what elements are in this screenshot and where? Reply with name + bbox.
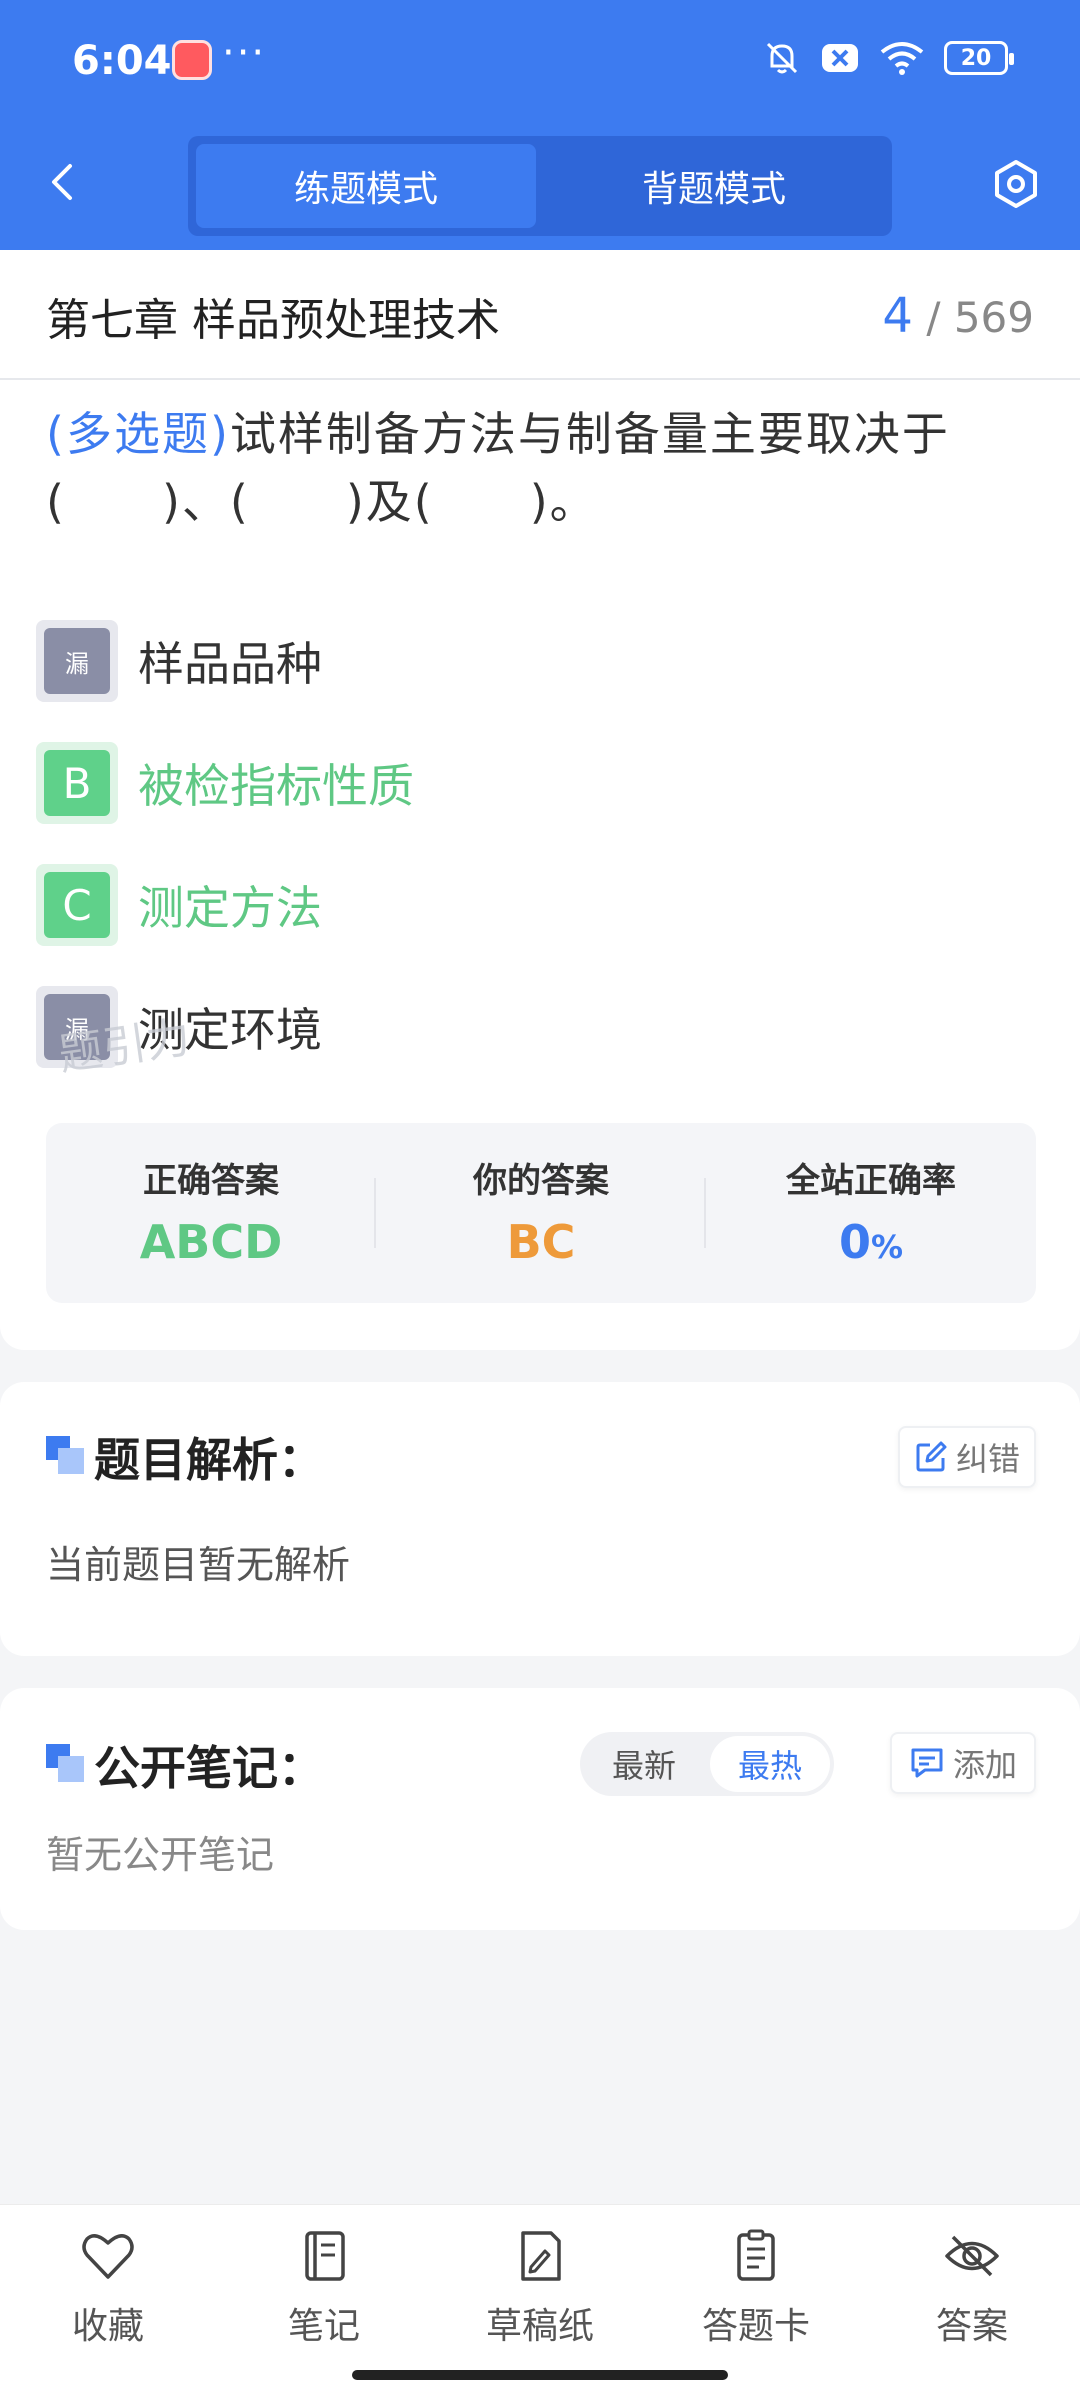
chapter-title: 第七章 样品预处理技术 bbox=[46, 295, 500, 346]
report-error-label: 纠错 bbox=[955, 1440, 1020, 1478]
tab-memorize-mode[interactable]: 背题模式 bbox=[544, 144, 884, 228]
heart-icon bbox=[82, 2234, 134, 2279]
add-note-label: 添加 bbox=[952, 1746, 1017, 1784]
correct-answer-stat: 正确答案 ABCD bbox=[46, 1123, 376, 1303]
mute-bell-icon bbox=[766, 42, 798, 74]
nav-answer-label: 答案 bbox=[935, 2306, 1008, 2347]
notes-card: 公开笔记： 最新 最热 添加 暂无公开笔记 bbox=[0, 1688, 1080, 1930]
accuracy-number: 0 bbox=[838, 1215, 871, 1269]
option-badge: B bbox=[36, 742, 118, 824]
nav-draft-label: 草稿纸 bbox=[485, 2306, 594, 2347]
correct-answer-value: ABCD bbox=[139, 1215, 283, 1269]
your-answer-value: BC bbox=[506, 1215, 576, 1269]
section-icon bbox=[46, 1436, 86, 1476]
progress-separator: / bbox=[926, 293, 941, 342]
status-icons: 20 bbox=[762, 38, 1014, 78]
edit-icon bbox=[916, 1441, 947, 1472]
battery-icon: 20 bbox=[944, 41, 1014, 75]
option-text: 被检指标性质 bbox=[138, 759, 414, 813]
nav-favorite-label: 收藏 bbox=[71, 2306, 144, 2347]
battery-level: 20 bbox=[960, 45, 992, 71]
your-answer-label: 你的答案 bbox=[473, 1161, 609, 1201]
settings-icon[interactable] bbox=[990, 158, 1042, 210]
question-card: 第七章 样品预处理技术 4 / 569 (多选题)试样制备方法与制备量主要取决于… bbox=[0, 250, 1080, 1350]
option-b[interactable]: B 被检指标性质 bbox=[36, 738, 1036, 828]
accuracy-value: 0% bbox=[706, 1215, 1036, 1269]
back-arrow-icon[interactable] bbox=[40, 158, 88, 206]
nav-notes[interactable]: 笔记 bbox=[216, 2227, 432, 2367]
option-letter: B bbox=[44, 750, 110, 816]
notes-empty-text: 暂无公开笔记 bbox=[46, 1833, 275, 1877]
eye-off-icon bbox=[945, 2235, 999, 2277]
nav-answer-card[interactable]: 答题卡 bbox=[648, 2227, 864, 2367]
nav-answer-card-label: 答题卡 bbox=[701, 2306, 810, 2347]
notes-title: 公开笔记： bbox=[94, 1741, 324, 1795]
notes-sort-toggle: 最新 最热 bbox=[580, 1732, 834, 1796]
nav-notes-label: 笔记 bbox=[287, 2306, 360, 2347]
notebook-icon bbox=[305, 2231, 345, 2281]
status-time: 6:04 bbox=[72, 38, 172, 84]
option-a[interactable]: 漏 样品品种 bbox=[36, 616, 1036, 706]
tab-practice-mode[interactable]: 练题模式 bbox=[196, 144, 536, 228]
add-note-button[interactable]: 添加 bbox=[890, 1732, 1036, 1794]
your-answer-stat: 你的答案 BC bbox=[376, 1123, 706, 1303]
nav-answer[interactable]: 答案 bbox=[864, 2227, 1080, 2367]
correct-answer-label: 正确答案 bbox=[143, 1161, 279, 1201]
option-badge: 漏 bbox=[36, 620, 118, 702]
option-c[interactable]: C 测定方法 bbox=[36, 860, 1036, 950]
comment-icon bbox=[911, 1748, 943, 1778]
draft-paper-icon bbox=[521, 2231, 561, 2281]
question-progress[interactable]: 4 / 569 bbox=[882, 288, 1034, 344]
analysis-empty-text: 当前题目暂无解析 bbox=[46, 1543, 351, 1587]
app-notification-icon bbox=[172, 40, 212, 80]
wifi-icon bbox=[880, 42, 924, 75]
section-icon bbox=[46, 1744, 86, 1784]
missed-badge-label: 漏 bbox=[44, 628, 110, 694]
home-indicator[interactable] bbox=[352, 2370, 728, 2380]
nav-favorite[interactable]: 收藏 bbox=[0, 2227, 216, 2367]
more-notifications-icon: ··· bbox=[222, 30, 267, 76]
option-text: 样品品种 bbox=[138, 637, 322, 691]
current-question-number: 4 bbox=[882, 288, 913, 344]
answer-card-icon bbox=[737, 2229, 775, 2281]
header: 6:04 ··· 20 练题模式 背题模式 bbox=[0, 0, 1080, 250]
accuracy-stat: 全站正确率 0% bbox=[706, 1123, 1036, 1303]
accuracy-label: 全站正确率 bbox=[786, 1161, 956, 1201]
question-text: (多选题)试样制备方法与制备量主要取决于( )、( )及( )。 bbox=[46, 400, 1046, 536]
question-type: (多选题) bbox=[46, 407, 230, 461]
analysis-title: 题目解析： bbox=[94, 1433, 324, 1487]
mode-switch: 练题模式 背题模式 bbox=[188, 136, 892, 236]
blocked-icon bbox=[822, 44, 858, 72]
option-badge: C bbox=[36, 864, 118, 946]
answer-stats: 正确答案 ABCD 你的答案 BC 全站正确率 0% bbox=[46, 1123, 1036, 1303]
total-question-count: 569 bbox=[953, 293, 1034, 342]
report-error-button[interactable]: 纠错 bbox=[898, 1426, 1036, 1488]
nav-draft[interactable]: 草稿纸 bbox=[432, 2227, 648, 2367]
option-letter: C bbox=[44, 872, 110, 938]
sort-hot[interactable]: 最热 bbox=[710, 1736, 830, 1792]
analysis-card: 题目解析： 纠错 当前题目暂无解析 bbox=[0, 1382, 1080, 1656]
sort-latest[interactable]: 最新 bbox=[584, 1736, 704, 1792]
chapter-row: 第七章 样品预处理技术 4 / 569 bbox=[0, 250, 1080, 380]
option-text: 测定方法 bbox=[138, 881, 322, 935]
accuracy-unit: % bbox=[870, 1228, 904, 1266]
